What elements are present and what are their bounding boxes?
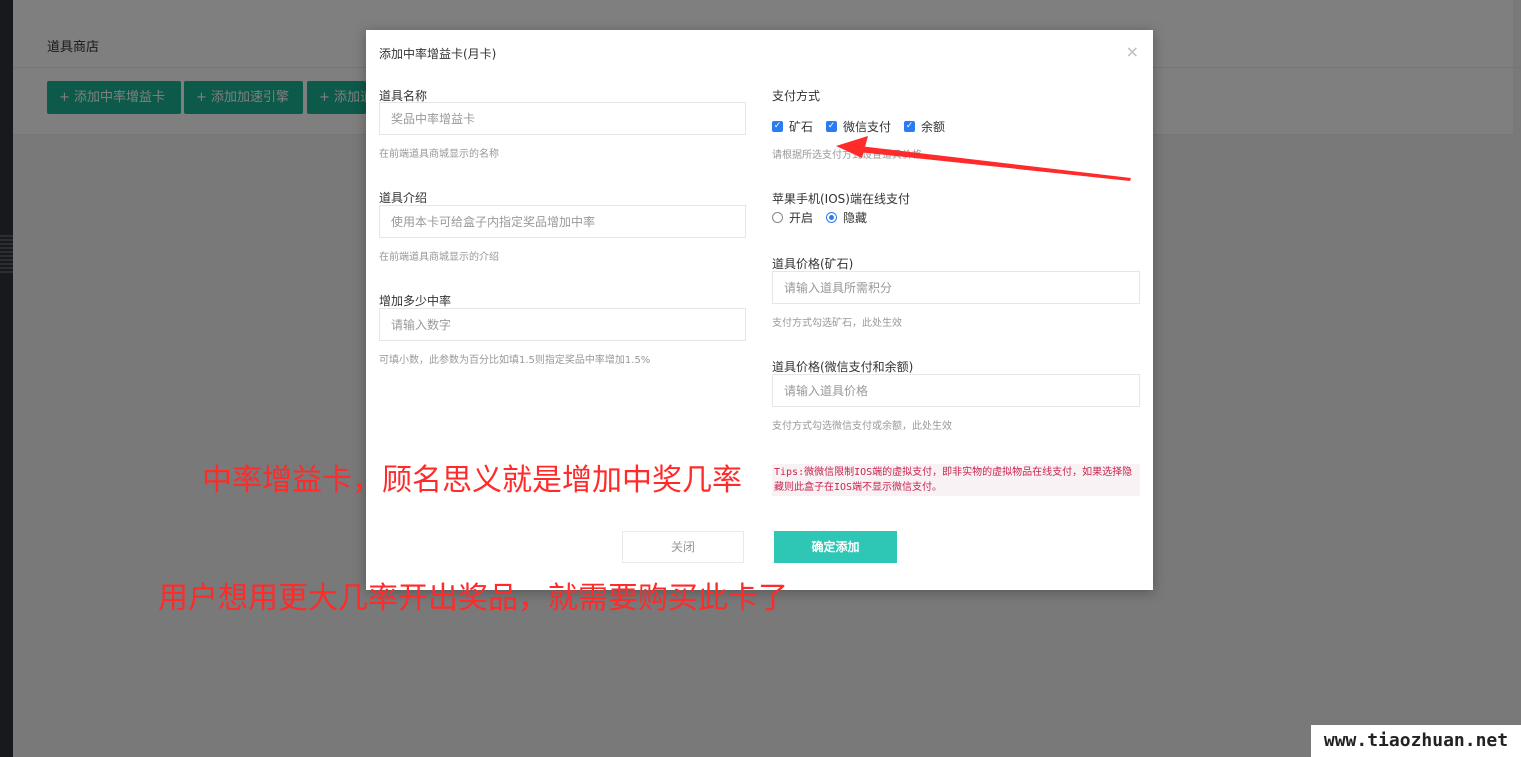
watermark: www.tiaozhuan.net	[1311, 725, 1521, 757]
red-arrow-icon	[836, 136, 1131, 181]
